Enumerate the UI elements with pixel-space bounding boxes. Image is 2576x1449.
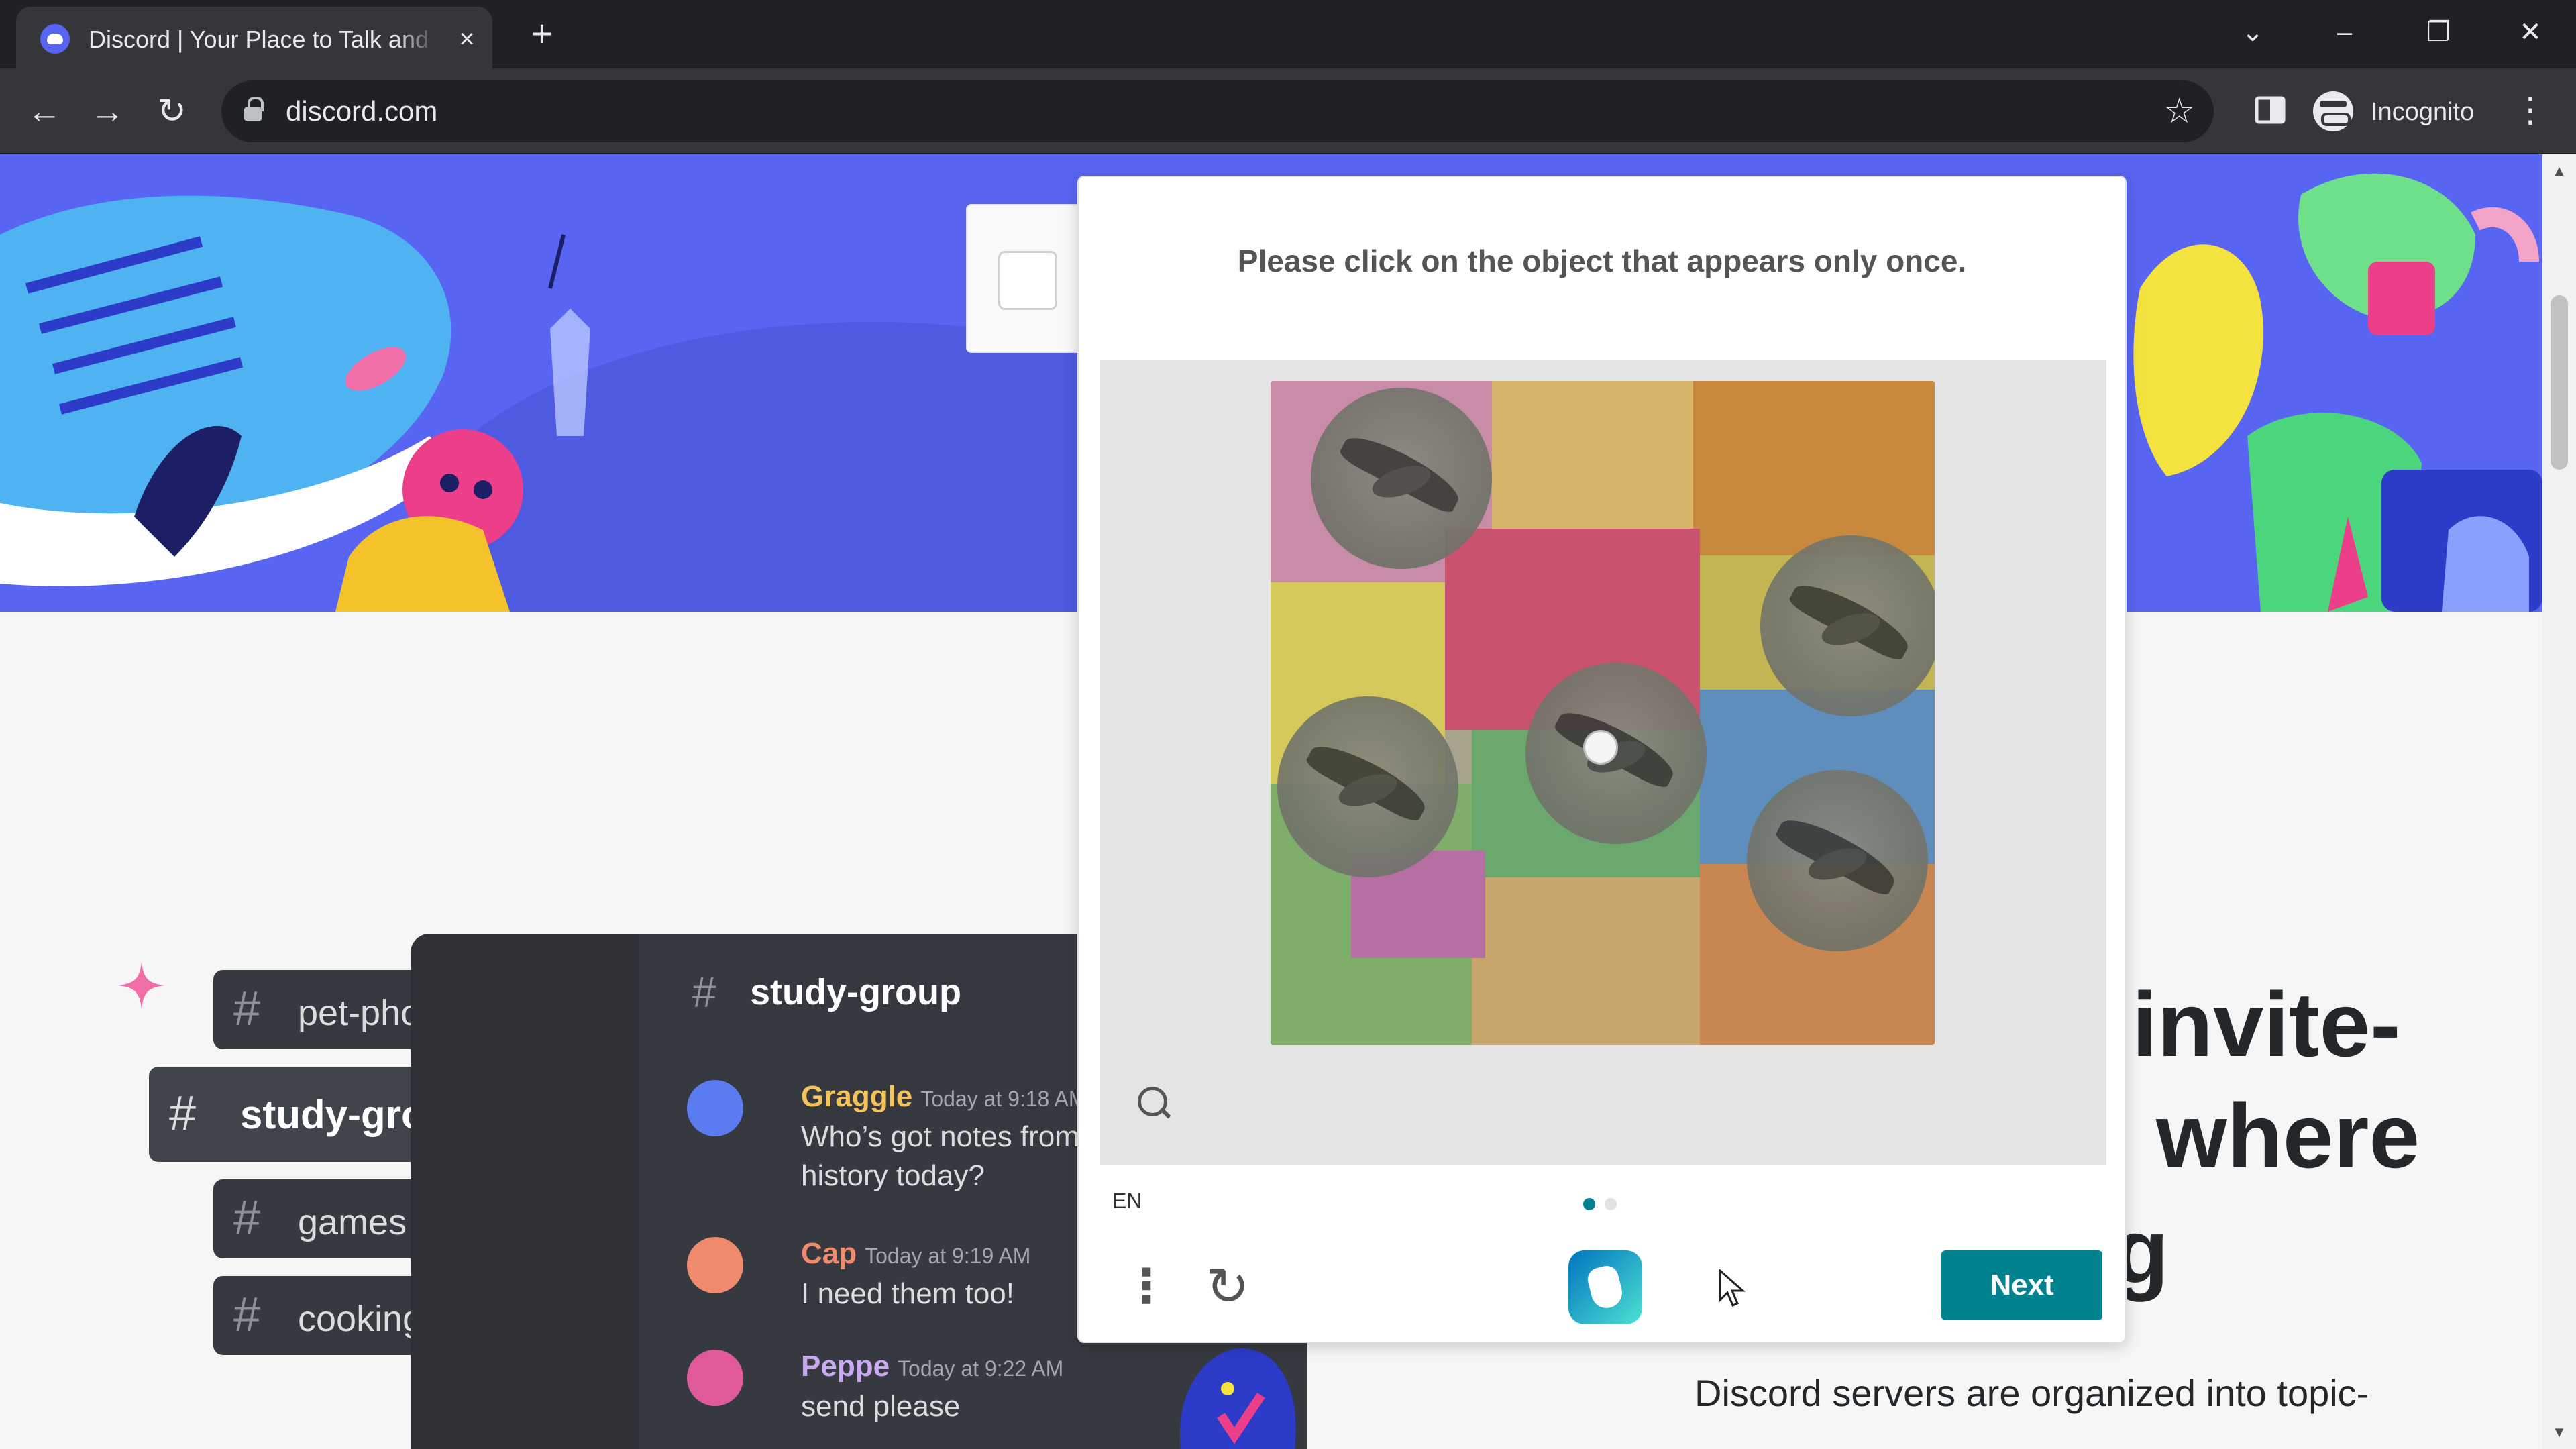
hcaptcha-logo-icon[interactable] <box>1568 1250 1642 1324</box>
message-author: Peppe Today at 9:22 AM <box>801 1350 1064 1383</box>
hash-icon: # <box>692 968 716 1016</box>
avatar <box>687 1237 743 1293</box>
incognito-icon <box>2313 91 2353 131</box>
url-text[interactable]: discord.com <box>286 95 437 127</box>
characters-illustration <box>2133 173 2542 612</box>
pattern-patch <box>1693 381 1935 555</box>
page-indicator-active <box>1583 1198 1595 1210</box>
minimize-icon[interactable]: – <box>2318 12 2371 52</box>
captcha-task-area <box>1100 360 2106 1165</box>
captcha-image[interactable] <box>1271 381 1935 1045</box>
search-icon[interactable] <box>1135 1084 1175 1124</box>
browser-tab-bar: Discord | Your Place to Talk and Hang Ou… <box>0 0 2576 68</box>
captcha-prompt: Please click on the object that appears … <box>1237 244 1967 278</box>
hash-icon: # <box>233 1191 261 1245</box>
bird-object[interactable] <box>1760 535 1935 716</box>
message-author: Graggle Today at 9:18 AM <box>801 1080 1087 1113</box>
tab-title: Discord | Your Place to Talk and Hang Ou… <box>89 25 437 53</box>
avatar <box>687 1080 743 1136</box>
message-text: Who’s got notes from history today? <box>801 1120 1079 1192</box>
browser-toolbar: ← → ↻ discord.com ☆ Incognito ⋮ <box>0 68 2576 154</box>
headline-line: where <box>2156 1085 2420 1187</box>
browser-tab[interactable]: Discord | Your Place to Talk and Hang Ou… <box>16 7 492 68</box>
bird-object[interactable] <box>1747 770 1928 951</box>
chat-channel-title: study-group <box>750 972 961 1012</box>
sneaker-illustration <box>0 195 590 612</box>
window-close-icon[interactable]: ✕ <box>2504 12 2557 52</box>
back-arrow-icon[interactable]: ← <box>24 91 64 131</box>
restore-icon[interactable]: ❐ <box>2412 12 2465 52</box>
refresh-icon[interactable]: ↻ <box>1199 1258 1256 1315</box>
scroll-down-icon[interactable]: ▼ <box>2551 1424 2568 1441</box>
headline-line: invite- <box>2132 973 2401 1075</box>
plus-icon[interactable]: + <box>523 15 561 54</box>
message-author: Cap Today at 9:19 AM <box>801 1237 1031 1270</box>
mascot-illustration <box>1179 1348 1296 1449</box>
next-button[interactable]: Next <box>1941 1250 2102 1320</box>
channel-label: games <box>298 1202 407 1242</box>
page-scrollbar[interactable]: ▲ ▼ <box>2542 154 2576 1449</box>
address-bar[interactable]: discord.com ☆ <box>221 80 2214 142</box>
captcha-checkbox[interactable] <box>998 251 1057 310</box>
side-panel-icon[interactable] <box>2249 89 2292 131</box>
star-icon[interactable]: ☆ <box>2163 93 2195 130</box>
avatar <box>687 1350 743 1406</box>
scroll-up-icon[interactable]: ▲ <box>2551 162 2568 180</box>
mouse-cursor-icon <box>1719 1269 1746 1307</box>
hash-icon: # <box>233 982 261 1036</box>
hash-icon: # <box>169 1087 197 1140</box>
incognito-badge[interactable]: Incognito <box>2308 83 2496 140</box>
pattern-patch <box>1492 381 1693 529</box>
sparkle-icon <box>118 962 165 1009</box>
tab-search-icon[interactable]: ⌄ <box>2226 12 2279 52</box>
page-indicator <box>1605 1198 1617 1210</box>
captcha-challenge: Please click on the object that appears … <box>1077 176 2127 1343</box>
body-copy: Discord servers are organized into topic… <box>1695 1372 2369 1414</box>
message-text: I need them too! <box>801 1277 1014 1310</box>
incognito-label: Incognito <box>2371 98 2475 126</box>
kebab-menu-icon[interactable]: ⋮ <box>1123 1256 1170 1316</box>
chat-sidebar <box>411 934 639 1449</box>
kebab-menu-icon[interactable]: ⋮ <box>2513 89 2548 131</box>
hash-icon: # <box>233 1288 261 1342</box>
bird-object[interactable] <box>1277 696 1458 877</box>
discord-icon <box>40 24 70 54</box>
message-text: send please <box>801 1390 961 1423</box>
bird-object[interactable] <box>1311 388 1492 569</box>
scroll-thumb[interactable] <box>2551 295 2568 470</box>
channel-label: cooking <box>298 1299 423 1339</box>
reload-icon[interactable]: ↻ <box>152 91 192 131</box>
lock-icon[interactable] <box>244 97 264 121</box>
forward-arrow-icon[interactable]: → <box>87 91 127 131</box>
click-marker <box>1583 730 1618 765</box>
close-icon[interactable]: × <box>452 24 482 54</box>
language-selector[interactable]: EN <box>1112 1189 1142 1214</box>
pattern-patch <box>1472 877 1700 1045</box>
